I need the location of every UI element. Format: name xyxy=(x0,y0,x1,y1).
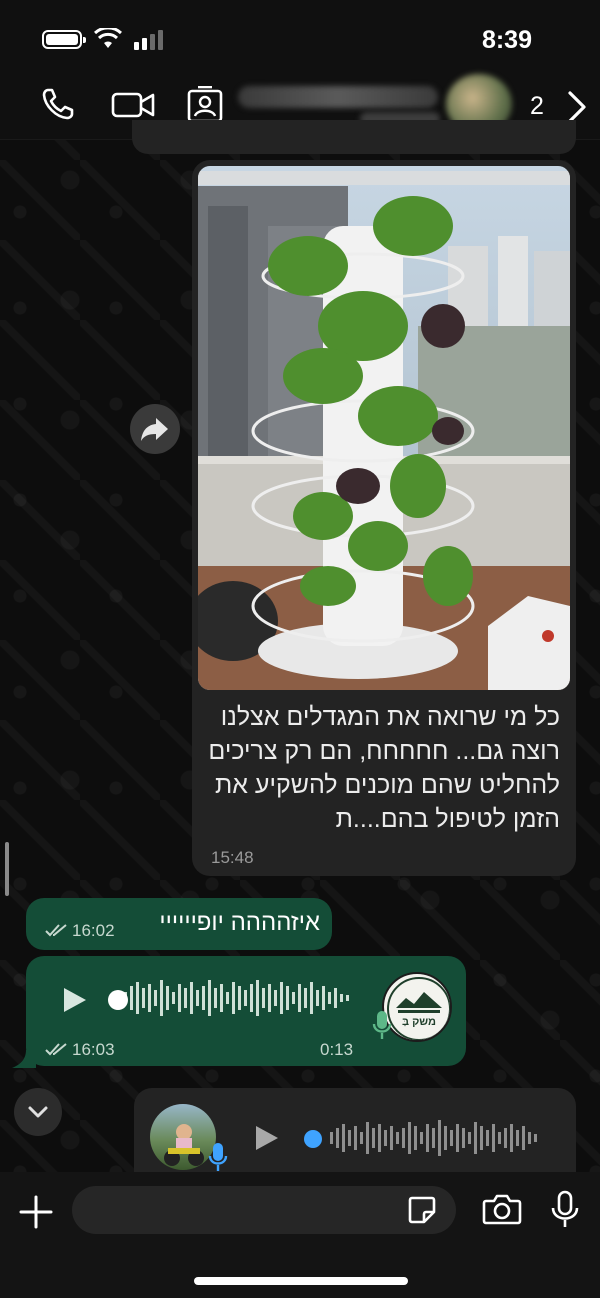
mic-icon xyxy=(372,1011,392,1039)
message-timestamp: 16:02 xyxy=(72,921,115,940)
message-timestamp: 16:03 xyxy=(72,1040,115,1059)
contact-name-blurred[interactable] xyxy=(238,86,438,108)
mic-icon[interactable] xyxy=(550,1190,580,1230)
voice-waveform[interactable] xyxy=(320,1118,550,1158)
battery-icon xyxy=(42,30,86,49)
contact-card-icon[interactable] xyxy=(186,86,224,124)
child-photo-icon xyxy=(164,1124,204,1166)
chevron-down-icon xyxy=(28,1106,48,1118)
sender-avatar-logo: משק בַּ xyxy=(382,972,452,1042)
message-photo[interactable] xyxy=(198,166,570,690)
phone-icon[interactable] xyxy=(40,86,76,122)
message-timestamp: 15:48 xyxy=(211,848,254,867)
scroll-to-bottom-button[interactable] xyxy=(14,1088,62,1136)
unread-count: 2 xyxy=(530,92,544,120)
waveform-scrubber[interactable] xyxy=(304,1130,322,1148)
sticker-icon[interactable] xyxy=(406,1194,438,1226)
play-icon[interactable] xyxy=(62,986,88,1014)
camera-icon[interactable] xyxy=(482,1192,522,1226)
video-icon[interactable] xyxy=(110,86,156,122)
scroll-indicator[interactable] xyxy=(5,842,9,896)
voice-waveform[interactable] xyxy=(124,978,352,1018)
logo-text: משק בַּ xyxy=(401,1016,437,1028)
forward-icon xyxy=(141,418,168,441)
mic-icon xyxy=(208,1143,228,1171)
read-receipt-icon xyxy=(45,924,67,937)
forward-button[interactable] xyxy=(130,404,180,454)
read-receipt-icon xyxy=(45,1043,67,1056)
image-caption: כל מי שרואה את המגדלים אצלנו רוצה גם... … xyxy=(208,703,560,833)
message-input[interactable] xyxy=(72,1186,456,1234)
chevron-right-icon[interactable] xyxy=(566,90,588,124)
message-text: איזהההה יופיייייי xyxy=(159,909,320,936)
plus-icon[interactable] xyxy=(18,1194,54,1230)
waveform-scrubber[interactable] xyxy=(108,990,128,1010)
wifi-icon xyxy=(94,28,122,48)
sender-avatar xyxy=(150,1104,216,1170)
previous-message-bubble xyxy=(132,120,576,154)
voice-duration: 0:13 xyxy=(320,1040,354,1059)
play-icon[interactable] xyxy=(254,1124,280,1152)
home-indicator[interactable] xyxy=(194,1277,408,1285)
tower-garden-photo xyxy=(198,166,570,690)
status-time: 8:39 xyxy=(481,26,532,54)
bubble-tail xyxy=(12,1050,36,1068)
status-bar: 8:39 xyxy=(0,0,600,72)
cell-signal-icon xyxy=(134,30,163,50)
